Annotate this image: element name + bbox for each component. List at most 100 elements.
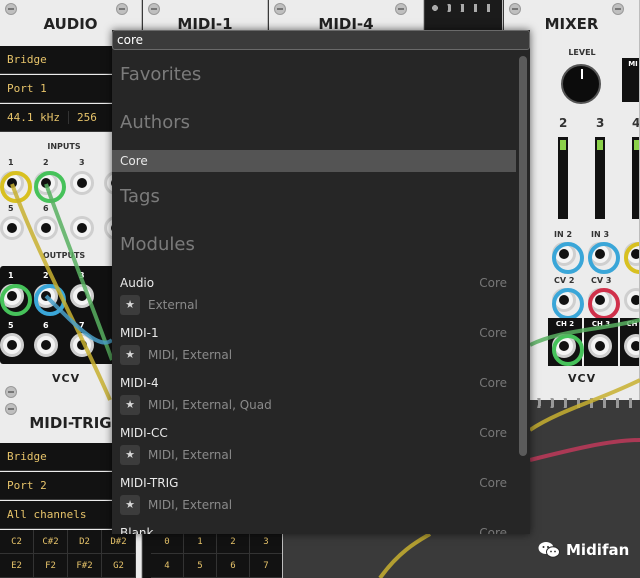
search-input[interactable] [112, 30, 530, 50]
mix-output-label: MI [628, 60, 638, 68]
cable-red[interactable] [529, 438, 640, 462]
note-cell[interactable]: F2 [34, 554, 68, 578]
module-author: Core [479, 276, 507, 290]
screw [5, 3, 17, 15]
browser-list[interactable]: Favorites Authors Core Tags Modules Audi… [112, 52, 516, 534]
note-cell[interactable]: C#2 [34, 530, 68, 554]
output-jack[interactable] [34, 333, 58, 357]
favorite-star-icon[interactable]: ★ [120, 295, 140, 315]
in-jack[interactable] [588, 242, 620, 274]
note-cell[interactable]: D2 [68, 530, 102, 554]
output-number: 5 [8, 321, 14, 330]
module-author: Core [479, 526, 507, 534]
port-value: Port 2 [7, 479, 47, 492]
input-jack[interactable] [34, 171, 66, 203]
sample-rate-value[interactable]: 44.1 kHz [7, 111, 68, 124]
screw [5, 386, 17, 398]
screw [395, 3, 407, 15]
module-name: Audio [120, 276, 155, 290]
channel-fader[interactable] [595, 137, 605, 219]
modules-heading[interactable]: Modules [120, 234, 195, 255]
input-jack[interactable] [34, 216, 58, 240]
vcv-logo: VCV [568, 372, 597, 385]
dot-row [520, 398, 640, 408]
in-label: IN 3 [591, 230, 610, 239]
module-tags: MIDI, External [148, 448, 233, 462]
output-jack[interactable] [0, 333, 24, 357]
output-number: 6 [43, 321, 49, 330]
in-jack[interactable] [552, 242, 584, 274]
module-item-blank[interactable]: Blank Core [112, 526, 516, 534]
cable-yellow[interactable] [378, 532, 432, 578]
scrollbar-thumb[interactable] [519, 56, 527, 456]
outputs-label: OUTPUTS [42, 251, 86, 260]
output-jack[interactable] [70, 333, 94, 357]
vcv-logo: VCV [52, 372, 81, 385]
tags-heading[interactable]: Tags [120, 186, 160, 207]
output-number: 7 [79, 321, 85, 330]
channel-number: 3 [596, 116, 605, 130]
ch-out-jack[interactable] [588, 334, 612, 358]
note-grid: C2 C#2 D2 D#2 E2 F2 F#2 G2 [0, 530, 136, 578]
note-cell[interactable]: E2 [0, 554, 34, 578]
module-tags: MIDI, External [148, 348, 233, 362]
input-number: 1 [8, 158, 14, 167]
input-number: 2 [43, 158, 49, 167]
input-jack[interactable] [0, 171, 32, 203]
input-jack[interactable] [0, 216, 24, 240]
favorite-star-icon[interactable]: ★ [120, 495, 140, 515]
cv-label: CV 3 [591, 276, 612, 285]
output-jack[interactable] [34, 284, 66, 316]
number-grid-module[interactable]: 0 1 2 3 4 5 6 7 [143, 530, 283, 578]
number-cell[interactable]: 6 [217, 554, 250, 578]
watermark: Midifan [538, 541, 629, 559]
module-item-midi-cc[interactable]: MIDI-CC Core ★ MIDI, External [112, 426, 516, 476]
note-cell[interactable]: F#2 [68, 554, 102, 578]
cv-jack[interactable] [552, 288, 584, 320]
module-item-midi-4[interactable]: MIDI-4 Core ★ MIDI, External, Quad [112, 376, 516, 426]
ch-label: CH 3 [591, 320, 611, 328]
ch-label: CH [626, 320, 638, 328]
module-item-midi-trig[interactable]: MIDI-TRIG Core ★ MIDI, External [112, 476, 516, 526]
module-browser[interactable]: Favorites Authors Core Tags Modules Audi… [112, 30, 530, 534]
port-value: Port 1 [7, 82, 47, 95]
level-knob[interactable] [561, 64, 601, 104]
module-item-midi-1[interactable]: MIDI-1 Core ★ MIDI, External [112, 326, 516, 376]
author-result-core[interactable]: Core [112, 150, 516, 172]
output-jack[interactable] [0, 284, 32, 316]
input-jack[interactable] [70, 171, 94, 195]
favorite-star-icon[interactable]: ★ [120, 395, 140, 415]
block-size-value[interactable]: 256 [67, 111, 105, 124]
screw [612, 3, 624, 15]
note-cell[interactable]: G2 [102, 554, 136, 578]
channel-fader[interactable] [632, 137, 639, 219]
cv-jack[interactable] [588, 288, 620, 320]
channel-fader[interactable] [558, 137, 568, 219]
module-item-audio[interactable]: Audio Core ★ External [112, 276, 516, 326]
module-author: Core [479, 476, 507, 490]
module-author: Core [479, 426, 507, 440]
favorite-star-icon[interactable]: ★ [120, 345, 140, 365]
in-jack[interactable] [624, 242, 639, 274]
scrollbar[interactable] [516, 52, 530, 534]
driver-value: Bridge [7, 53, 47, 66]
cv-jack[interactable] [624, 288, 639, 312]
module-name: MIDI-4 [120, 376, 159, 390]
watermark-text: Midifan [566, 541, 630, 559]
authors-heading[interactable]: Authors [120, 112, 190, 133]
number-cell[interactable]: 5 [184, 554, 217, 578]
output-number: 3 [79, 271, 85, 280]
module-author: Core [479, 376, 507, 390]
ch-out-jack[interactable] [552, 334, 584, 366]
number-cell[interactable]: 4 [151, 554, 184, 578]
input-jack[interactable] [70, 216, 94, 240]
note-cell[interactable]: C2 [0, 530, 34, 554]
channel-number: 2 [559, 116, 568, 130]
output-jack[interactable] [70, 284, 94, 308]
inputs-label: INPUTS [47, 142, 81, 151]
favorite-star-icon[interactable]: ★ [120, 445, 140, 465]
number-cell[interactable]: 7 [250, 554, 282, 578]
favorites-heading[interactable]: Favorites [120, 64, 201, 85]
cv-label: CV 2 [554, 276, 575, 285]
input-number: 3 [79, 158, 85, 167]
